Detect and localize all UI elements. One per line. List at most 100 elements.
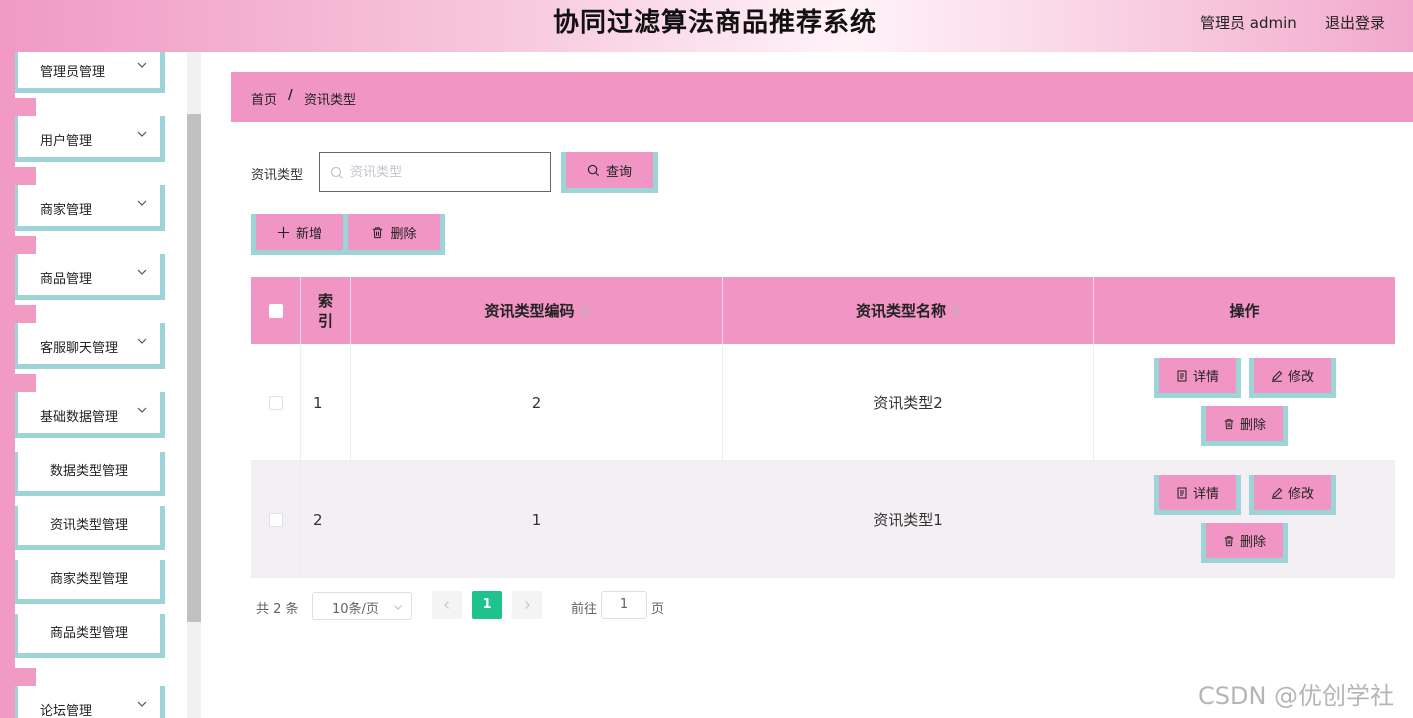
chevron-left-icon bbox=[444, 601, 449, 609]
sidebar-step bbox=[0, 98, 36, 116]
detail-button[interactable]: 详情 bbox=[1154, 358, 1241, 398]
sidebar-subitem-product-type[interactable]: 商品类型管理 bbox=[15, 614, 165, 658]
pagination-total: 共 2 条 bbox=[256, 602, 299, 617]
search-input[interactable] bbox=[350, 161, 540, 183]
goto-page-input[interactable]: 1 bbox=[601, 591, 647, 619]
column-header-index: 索 引 bbox=[301, 277, 351, 344]
detail-button[interactable]: 详情 bbox=[1154, 475, 1241, 515]
row-delete-label: 删除 bbox=[1239, 535, 1266, 550]
sidebar-subitem-merchant-type[interactable]: 商家类型管理 bbox=[15, 560, 165, 604]
edit-button[interactable]: 修改 bbox=[1249, 475, 1336, 515]
chevron-down-icon bbox=[394, 605, 402, 610]
column-header-label: 资讯类型编码 bbox=[484, 302, 575, 320]
select-all-checkbox[interactable] bbox=[268, 303, 283, 318]
chevron-down-icon bbox=[137, 131, 147, 137]
sidebar-subitem-news-type[interactable]: 资讯类型管理 bbox=[15, 506, 165, 550]
sort-icon[interactable] bbox=[580, 304, 589, 318]
search-button[interactable]: 查询 bbox=[561, 152, 658, 193]
breadcrumb: 首页 / 资讯类型 bbox=[231, 72, 1413, 122]
page-size-select[interactable]: 10条/页 bbox=[312, 592, 412, 620]
sidebar-subitem-data-type[interactable]: 数据类型管理 bbox=[15, 452, 165, 496]
logout-link[interactable]: 退出登录 bbox=[1325, 12, 1385, 33]
page-number-current[interactable]: 1 bbox=[472, 591, 502, 619]
batch-delete-button[interactable]: 删除 bbox=[348, 214, 445, 255]
page-size-value: 10条/页 bbox=[332, 602, 379, 617]
pencil-icon bbox=[1271, 370, 1283, 382]
column-header-code[interactable]: 资讯类型编码 bbox=[351, 277, 723, 344]
column-header-name[interactable]: 资讯类型名称 bbox=[723, 277, 1094, 344]
row-delete-button[interactable]: 删除 bbox=[1201, 406, 1288, 446]
search-field[interactable] bbox=[319, 152, 551, 192]
select-all-cell bbox=[251, 277, 301, 344]
document-icon bbox=[1177, 487, 1187, 498]
chevron-down-icon bbox=[137, 701, 147, 707]
current-user-label: 管理员 admin bbox=[1200, 14, 1297, 32]
trash-icon bbox=[373, 226, 383, 238]
plus-icon bbox=[277, 226, 290, 238]
sidebar-item-merchants[interactable]: 商家管理 bbox=[15, 185, 165, 231]
next-page-button[interactable] bbox=[512, 591, 542, 619]
search-label: 资讯类型 bbox=[251, 168, 304, 183]
chevron-right-icon bbox=[525, 601, 530, 609]
edit-button-label: 修改 bbox=[1287, 370, 1314, 385]
breadcrumb-home[interactable]: 首页 bbox=[251, 89, 277, 108]
row-delete-button[interactable]: 删除 bbox=[1201, 523, 1288, 563]
sidebar-item-chat[interactable]: 客服聊天管理 bbox=[15, 323, 165, 369]
detail-button-label: 详情 bbox=[1192, 370, 1219, 385]
document-icon bbox=[1177, 370, 1187, 381]
chevron-down-icon bbox=[137, 269, 147, 275]
column-header-ops: 操作 bbox=[1229, 302, 1260, 320]
sidebar-step bbox=[0, 668, 36, 686]
sidebar-item-label: 商品管理 bbox=[40, 272, 93, 287]
goto-label: 前往 bbox=[571, 602, 598, 617]
sidebar: 管理员管理 用户管理 商家管理 商品管理 客服聊天管理 基础数据管理 数据类型管… bbox=[0, 52, 187, 718]
trash-icon bbox=[1224, 535, 1234, 546]
sidebar-step bbox=[0, 167, 36, 185]
column-header-label: 资讯类型名称 bbox=[855, 302, 946, 320]
sidebar-scrollbar[interactable] bbox=[187, 52, 201, 718]
table-row: 2 1 资讯类型1 详情 修改 删除 bbox=[251, 461, 1395, 578]
batch-delete-label: 删除 bbox=[390, 226, 417, 242]
data-table: 索 引 资讯类型编码 资讯类型名称 操作 1 2 资讯类型2 详情 修改 删除 … bbox=[251, 277, 1395, 579]
chevron-down-icon bbox=[137, 407, 147, 413]
edit-button-label: 修改 bbox=[1287, 487, 1314, 502]
sidebar-item-label: 客服聊天管理 bbox=[40, 341, 119, 356]
add-button[interactable]: 新增 bbox=[251, 214, 348, 255]
row-select-cell bbox=[251, 461, 301, 578]
sidebar-item-products[interactable]: 商品管理 bbox=[15, 254, 165, 300]
row-index: 2 bbox=[301, 461, 351, 578]
chevron-down-icon bbox=[137, 200, 147, 206]
sidebar-item-admin[interactable]: 管理员管理 bbox=[15, 52, 165, 93]
scrollbar-thumb[interactable] bbox=[187, 114, 201, 622]
breadcrumb-separator: / bbox=[288, 88, 293, 103]
prev-page-button[interactable] bbox=[432, 591, 462, 619]
row-code: 2 bbox=[351, 344, 723, 461]
row-index: 1 bbox=[301, 344, 351, 461]
row-name: 资讯类型2 bbox=[723, 344, 1094, 461]
search-icon bbox=[330, 166, 343, 179]
breadcrumb-current: 资讯类型 bbox=[304, 93, 357, 108]
sidebar-step bbox=[0, 305, 36, 323]
sidebar-item-forum[interactable]: 论坛管理 bbox=[15, 686, 165, 718]
sidebar-item-basic-data[interactable]: 基础数据管理 bbox=[15, 392, 165, 438]
table-row: 1 2 资讯类型2 详情 修改 删除 bbox=[251, 344, 1395, 461]
trash-icon bbox=[1224, 418, 1234, 429]
table-header: 索 引 资讯类型编码 资讯类型名称 操作 bbox=[251, 277, 1395, 344]
search-icon bbox=[587, 164, 599, 176]
edit-button[interactable]: 修改 bbox=[1249, 358, 1336, 398]
sidebar-item-label: 基础数据管理 bbox=[40, 410, 119, 425]
row-name: 资讯类型1 bbox=[723, 461, 1094, 578]
watermark: CSDN @优创学社 bbox=[1198, 682, 1395, 710]
sort-icon[interactable] bbox=[952, 304, 960, 318]
row-checkbox[interactable] bbox=[268, 512, 283, 527]
sidebar-item-users[interactable]: 用户管理 bbox=[15, 116, 165, 162]
sidebar-step bbox=[0, 236, 36, 254]
sidebar-item-label: 论坛管理 bbox=[40, 704, 93, 718]
row-code: 1 bbox=[351, 461, 723, 578]
chevron-down-icon bbox=[137, 338, 147, 344]
row-checkbox[interactable] bbox=[268, 395, 283, 410]
top-header: 协同过滤算法商品推荐系统 管理员 admin 退出登录 bbox=[0, 0, 1413, 52]
sidebar-item-label: 管理员管理 bbox=[40, 65, 106, 80]
sidebar-item-label: 用户管理 bbox=[40, 134, 93, 149]
sidebar-step bbox=[0, 374, 36, 392]
